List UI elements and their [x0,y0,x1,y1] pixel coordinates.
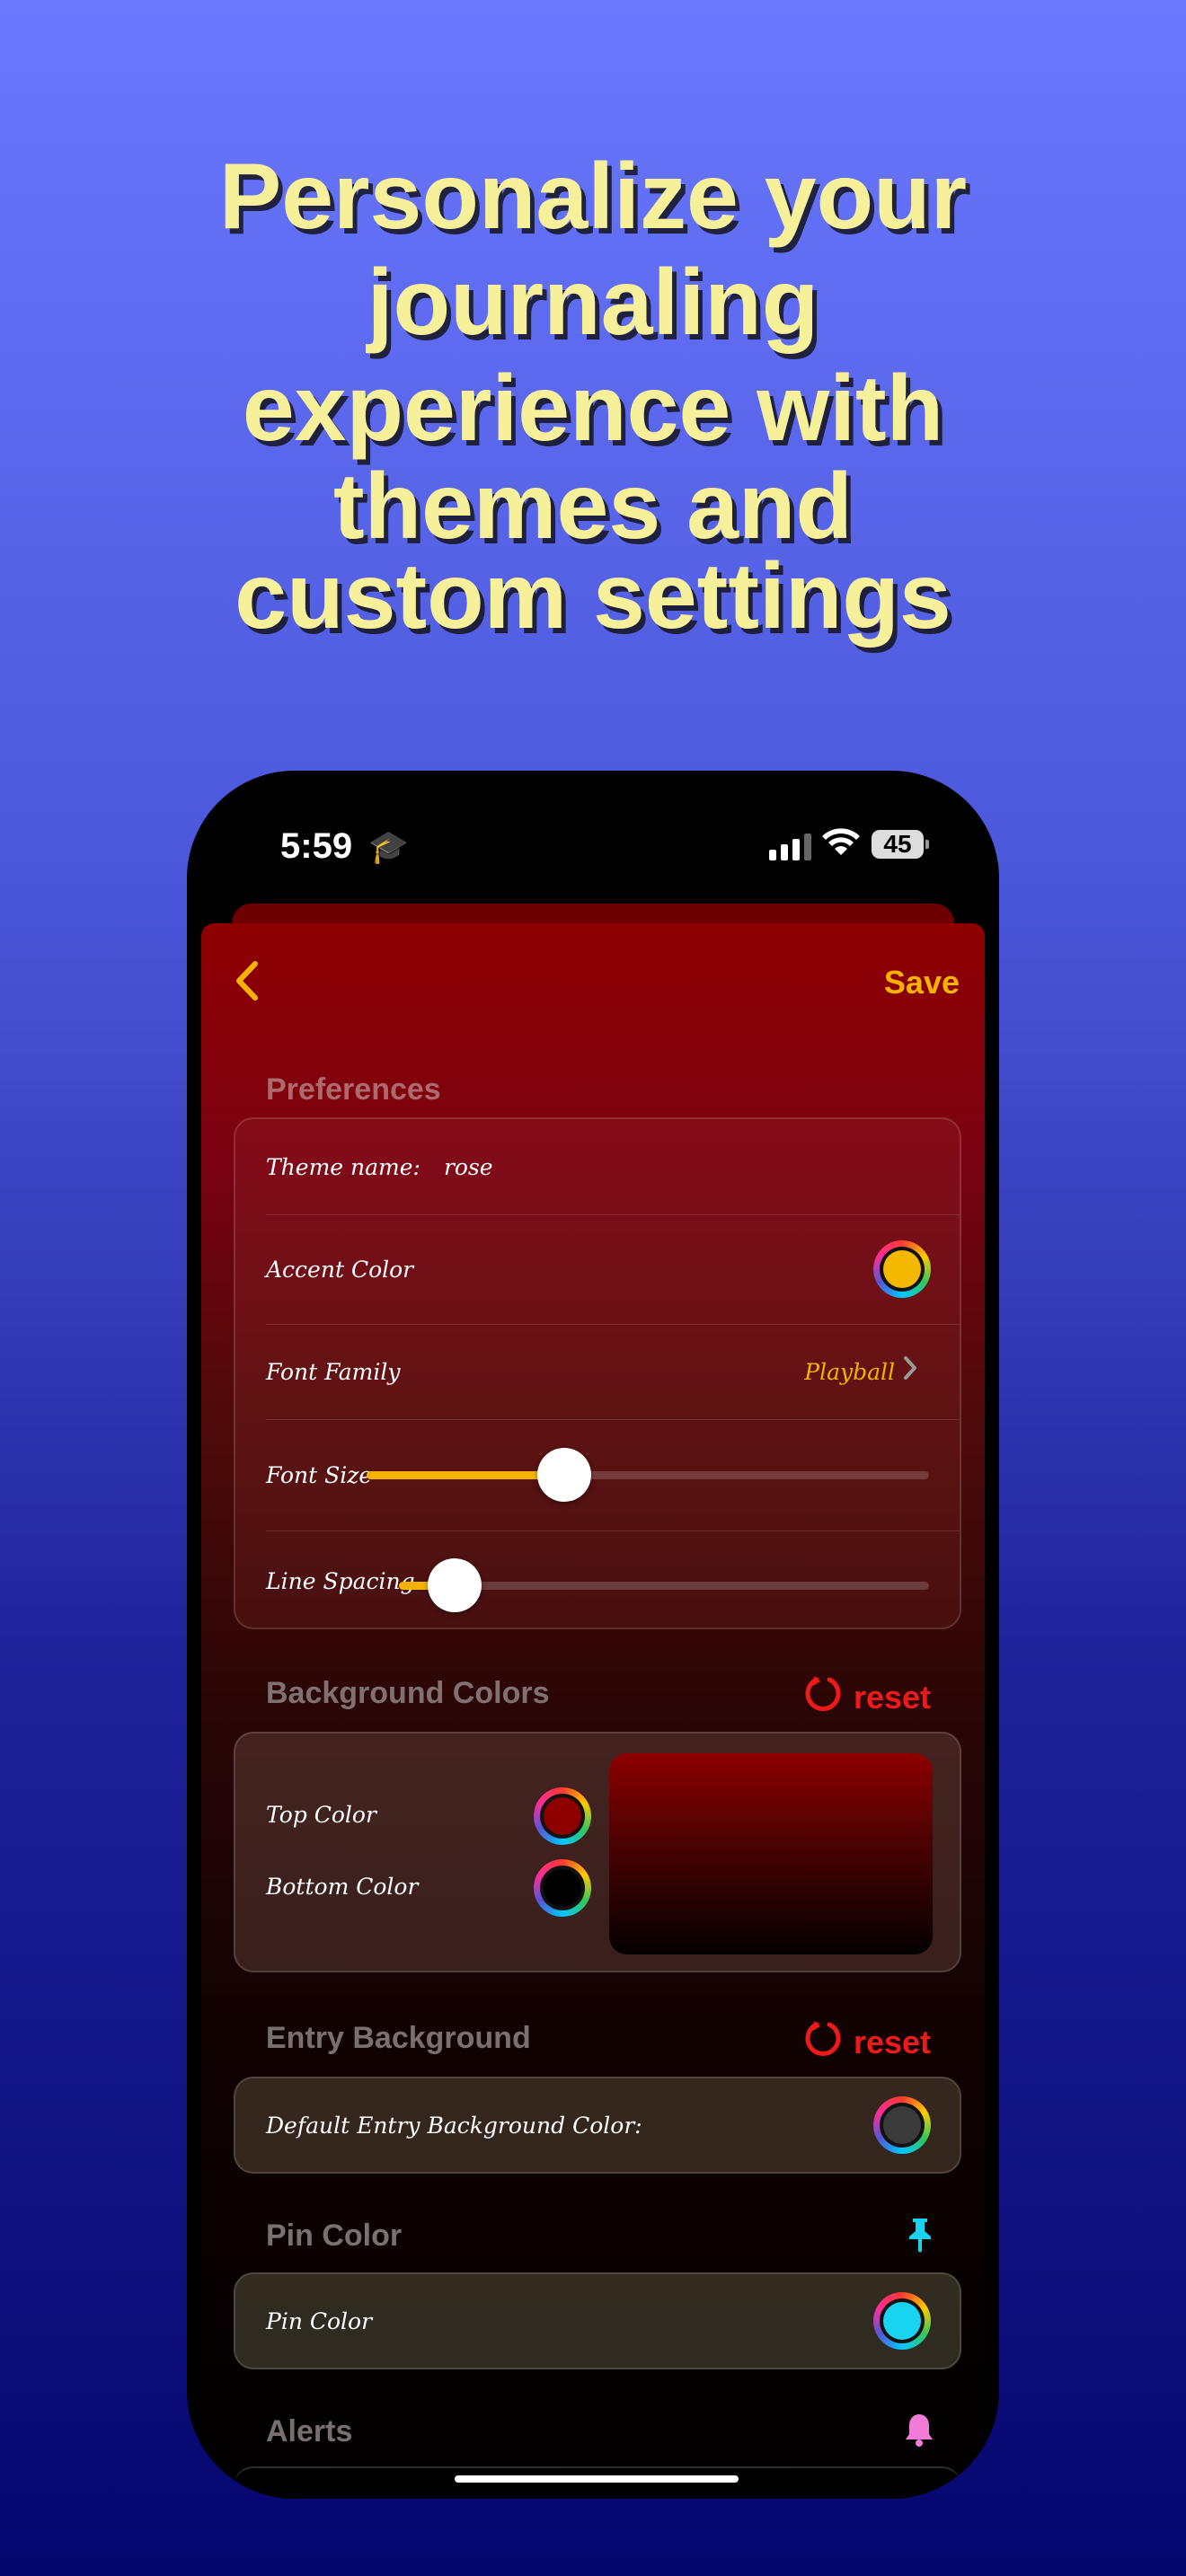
font-family-value: Playball [804,1358,895,1385]
pin-color-label: Pin Color [266,2308,373,2334]
graduation-cap-icon: 🎓 [368,828,409,865]
headline-line: journaling [367,251,819,355]
status-bar: 5:59 🎓 45 [187,771,999,905]
phone-frame: 5:59 🎓 45 Save Preferences Theme name: r… [187,771,999,2499]
background-colors-card: Top Color Bottom Color [234,1732,961,1972]
top-color-label: Top Color [266,1802,376,1828]
line-spacing-slider-knob[interactable] [428,1558,482,1612]
status-time: 5:59 [280,826,353,866]
entry-background-color-picker[interactable] [873,2096,931,2154]
font-family-label: Font Family [266,1358,401,1385]
top-color-picker[interactable] [534,1787,591,1845]
preferences-title: Preferences [266,1072,441,1107]
background-colors-reset-button[interactable]: reset [805,1674,931,1721]
theme-name-input[interactable]: rose [444,1154,493,1180]
pin-color-fill [883,2302,921,2340]
reset-label: reset [853,2024,931,2060]
reset-icon [805,2019,841,2066]
headline-line: Personalize your [218,145,968,249]
bottom-color-fill [544,1869,581,1907]
reset-label: reset [853,1679,931,1716]
font-family-row[interactable]: Font Family Playball [266,1324,929,1419]
top-color-fill [544,1797,581,1835]
cellular-signal-icon [769,834,811,860]
theme-name-row: Theme name: rose [266,1119,929,1214]
font-size-slider[interactable] [367,1448,929,1502]
preferences-card: Theme name: rose Accent Color Font Famil… [234,1117,961,1629]
pin-color-title: Pin Color [266,2219,403,2253]
pin-color-card: Pin Color [234,2272,961,2369]
theme-editor-sheet: Save Preferences Theme name: rose Accent… [201,923,985,2499]
bell-icon [904,2413,934,2451]
headline-line: experience with [242,357,944,461]
font-size-slider-knob[interactable] [537,1448,591,1502]
headline-line: custom settings [235,544,951,648]
wifi-icon [821,825,861,866]
pin-icon [906,2217,934,2257]
background-colors-title: Background Colors [266,1676,550,1710]
save-button[interactable]: Save [884,964,960,1001]
theme-name-label: Theme name: [266,1153,420,1180]
line-spacing-row: Line Spacing [266,1531,929,1631]
home-indicator [455,2475,739,2483]
chevron-right-icon [902,1354,918,1386]
reset-icon [805,1674,841,1721]
accent-color-row[interactable]: Accent Color [266,1214,929,1324]
entry-background-title: Entry Background [266,2021,531,2055]
headline-line: themes and [333,454,853,559]
back-chevron-icon[interactable] [234,956,261,1014]
bottom-color-picker[interactable] [534,1859,591,1917]
battery-indicator: 45 [872,830,929,859]
accent-color-picker[interactable] [873,1240,931,1298]
entry-background-card: Default Entry Background Color: [234,2077,961,2174]
headline: Personalize your journaling experience w… [0,144,1186,648]
font-size-label: Font Size [266,1461,373,1488]
accent-color-label: Accent Color [266,1256,414,1283]
bottom-color-label: Bottom Color [266,1874,419,1900]
font-size-slider-fill [367,1471,564,1479]
line-spacing-label: Line Spacing [266,1567,415,1594]
pin-color-picker[interactable] [873,2292,931,2350]
gradient-preview [609,1753,933,1954]
line-spacing-slider[interactable] [399,1558,929,1612]
accent-color-fill [883,1250,921,1288]
default-entry-background-label: Default Entry Background Color: [266,2113,642,2139]
entry-background-color-fill [883,2106,921,2144]
entry-background-reset-button[interactable]: reset [805,2019,931,2066]
alerts-title: Alerts [266,2414,353,2448]
